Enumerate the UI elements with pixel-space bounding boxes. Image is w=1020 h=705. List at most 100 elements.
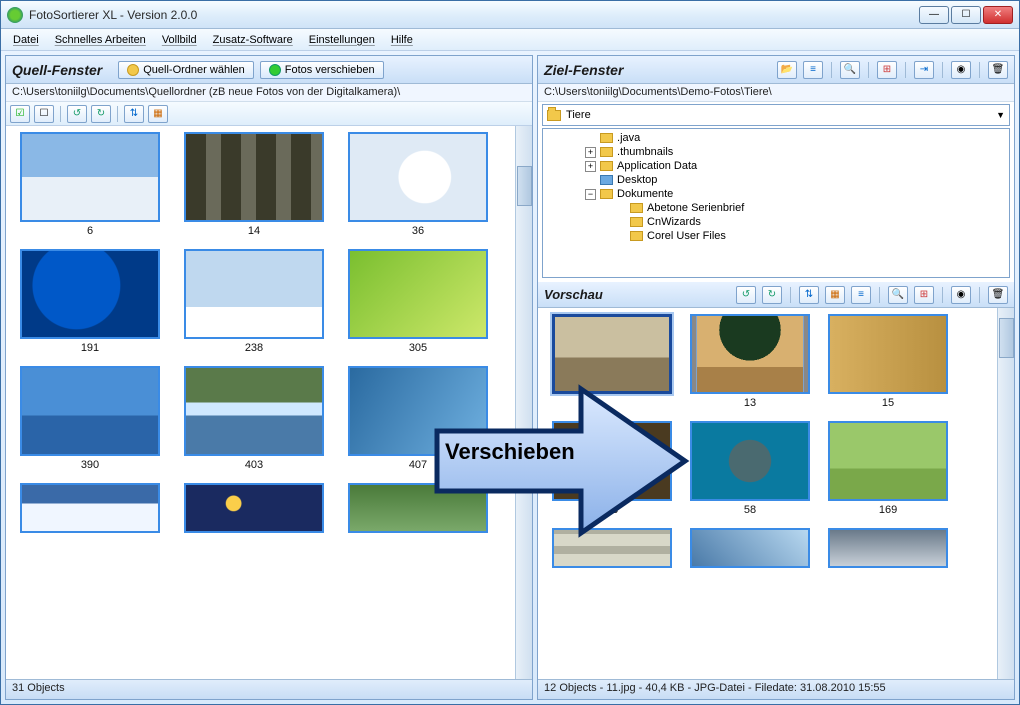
thumb[interactable] <box>552 528 672 568</box>
thumb[interactable]: 305 <box>348 249 488 354</box>
choose-source-folder-button[interactable]: Quell-Ordner wählen <box>118 61 254 79</box>
thumb-label: 58 <box>744 504 756 516</box>
thumb[interactable]: 36 <box>348 132 488 237</box>
target-path: C:\Users\toniilg\Documents\Demo-Fotos\Ti… <box>538 84 1014 102</box>
grid-button[interactable]: ▦ <box>825 286 845 304</box>
thumb-selected[interactable] <box>552 314 672 409</box>
thumb[interactable]: 169 <box>828 421 948 516</box>
zoom-button[interactable]: 🔍 <box>840 61 860 79</box>
grid-view-button[interactable]: ▦ <box>148 105 168 123</box>
thumb[interactable]: 15 <box>828 314 948 409</box>
thumb[interactable]: 390 <box>20 366 160 471</box>
sort-button[interactable]: ⇅ <box>799 286 819 304</box>
thumb-label: 191 <box>81 342 99 354</box>
thumb[interactable]: 33 <box>552 421 672 516</box>
move-photos-label: Fotos verschieben <box>285 64 375 76</box>
thumb-label: 305 <box>409 342 427 354</box>
menu-datei[interactable]: Datei <box>5 32 47 48</box>
tree-node[interactable]: Dokumente <box>617 188 673 200</box>
menu-schnelles-arbeiten[interactable]: Schnelles Arbeiten <box>47 32 154 48</box>
source-status: 31 Objects <box>6 679 532 699</box>
thumb-label: 407 <box>409 459 427 471</box>
tree-node[interactable]: .thumbnails <box>617 146 673 158</box>
thumb-label: 15 <box>882 397 894 409</box>
maximize-button[interactable]: ☐ <box>951 6 981 24</box>
tree-button[interactable]: ⊞ <box>914 286 934 304</box>
preview-thumbnails[interactable]: 13 15 33 58 169 <box>538 308 997 679</box>
tree-node[interactable]: .java <box>617 132 640 144</box>
tree-node[interactable]: CnWizards <box>647 216 701 228</box>
thumb[interactable] <box>348 483 488 533</box>
rotate-cw-button[interactable]: ↻ <box>91 105 111 123</box>
thumb[interactable]: 191 <box>20 249 160 354</box>
target-status: 12 Objects - 11.jpg - 40,4 KB - JPG-Date… <box>538 679 1014 699</box>
tree-node[interactable]: Corel User Files <box>647 230 726 242</box>
source-title: Quell-Fenster <box>12 62 112 78</box>
thumb-label: 6 <box>87 225 93 237</box>
source-pane: Quell-Fenster Quell-Ordner wählen Fotos … <box>5 55 533 700</box>
folder-dropdown[interactable]: Tiere ▼ <box>542 104 1010 126</box>
preview-title: Vorschau <box>544 287 613 302</box>
select-none-button[interactable]: ☐ <box>34 105 54 123</box>
thumb-label: 13 <box>744 397 756 409</box>
window-title: FotoSortierer XL - Version 2.0.0 <box>29 8 919 22</box>
app-window: FotoSortierer XL - Version 2.0.0 — ☐ ✕ D… <box>0 0 1020 705</box>
folder-tree[interactable]: .java + .thumbnails + Application Data Des… <box>542 128 1010 278</box>
thumb[interactable]: 407 <box>348 366 488 471</box>
menu-einstellungen[interactable]: Einstellungen <box>301 32 383 48</box>
thumb[interactable]: 403 <box>184 366 324 471</box>
close-button[interactable]: ✕ <box>983 6 1013 24</box>
thumb[interactable]: 14 <box>184 132 324 237</box>
thumb-label: 169 <box>879 504 897 516</box>
menu-hilfe[interactable]: Hilfe <box>383 32 421 48</box>
target-pane: Ziel-Fenster 📂 ≡ 🔍 ⊞ ⇥ ◉ 🗑 C:\Users\toni… <box>537 55 1015 700</box>
zoom-button[interactable]: 🔍 <box>888 286 908 304</box>
thumb[interactable] <box>690 528 810 568</box>
thumb-label: 403 <box>245 459 263 471</box>
open-folder-button[interactable]: 📂 <box>777 61 797 79</box>
thumb[interactable]: 13 <box>690 314 810 409</box>
rotate-ccw-button[interactable]: ↺ <box>736 286 756 304</box>
select-all-button[interactable]: ☑ <box>10 105 30 123</box>
expand-icon[interactable]: + <box>585 147 596 158</box>
menu-zusatz-software[interactable]: Zusatz-Software <box>205 32 301 48</box>
thumb[interactable]: 6 <box>20 132 160 237</box>
align-button[interactable]: ≡ <box>851 286 871 304</box>
tree-node[interactable]: Abetone Serienbrief <box>647 202 744 214</box>
source-header: Quell-Fenster Quell-Ordner wählen Fotos … <box>6 56 532 84</box>
target-title: Ziel-Fenster <box>544 62 633 78</box>
arrow-right-icon <box>269 64 281 76</box>
preview-scrollbar[interactable] <box>997 308 1014 679</box>
cd-button[interactable]: ◉ <box>951 61 971 79</box>
tree-button[interactable]: ⊞ <box>877 61 897 79</box>
tree-node[interactable]: Desktop <box>617 174 657 186</box>
source-scrollbar[interactable] <box>515 126 532 679</box>
source-thumbnails[interactable]: 6 14 36 191 238 305 390 403 407 <box>6 126 515 679</box>
expand-icon[interactable]: + <box>585 161 596 172</box>
separator <box>60 106 61 122</box>
align-button[interactable]: ≡ <box>803 61 823 79</box>
delete-button[interactable]: 🗑 <box>988 286 1008 304</box>
thumb[interactable] <box>828 528 948 568</box>
thumb[interactable]: 238 <box>184 249 324 354</box>
choose-source-folder-label: Quell-Ordner wählen <box>143 64 245 76</box>
move-photos-button[interactable]: Fotos verschieben <box>260 61 384 79</box>
collapse-icon[interactable]: − <box>585 189 596 200</box>
delete-button[interactable]: 🗑 <box>988 61 1008 79</box>
menu-vollbild[interactable]: Vollbild <box>154 32 205 48</box>
cd-button[interactable]: ◉ <box>951 286 971 304</box>
thumb[interactable] <box>20 483 160 533</box>
export-button[interactable]: ⇥ <box>914 61 934 79</box>
rotate-cw-button[interactable]: ↻ <box>762 286 782 304</box>
source-path: C:\Users\toniilg\Documents\Quellordner (… <box>6 84 532 102</box>
tree-node[interactable]: Application Data <box>617 160 697 172</box>
sort-button[interactable]: ⇅ <box>124 105 144 123</box>
minimize-button[interactable]: — <box>919 6 949 24</box>
thumb[interactable] <box>184 483 324 533</box>
thumb-label: 14 <box>248 225 260 237</box>
titlebar: FotoSortierer XL - Version 2.0.0 — ☐ ✕ <box>1 1 1019 29</box>
target-header: Ziel-Fenster 📂 ≡ 🔍 ⊞ ⇥ ◉ 🗑 <box>538 56 1014 84</box>
chevron-down-icon: ▼ <box>996 110 1005 120</box>
rotate-ccw-button[interactable]: ↺ <box>67 105 87 123</box>
thumb[interactable]: 58 <box>690 421 810 516</box>
